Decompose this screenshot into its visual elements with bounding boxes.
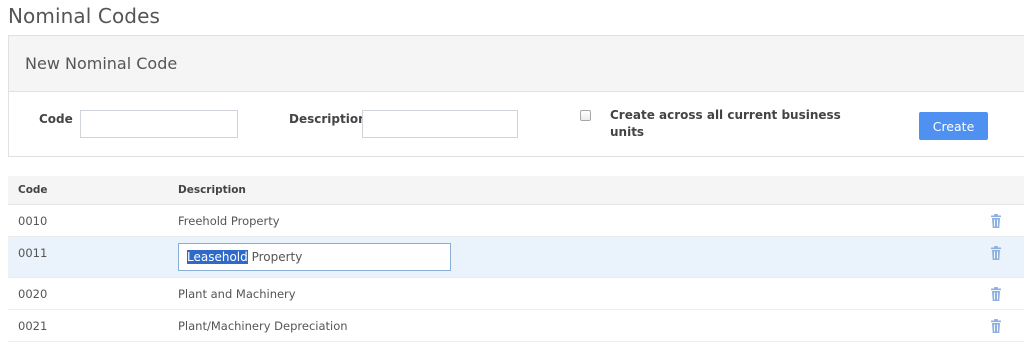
row-description-cell: Leasehold Property <box>168 236 974 278</box>
selected-text: Leasehold <box>187 249 248 264</box>
new-nominal-code-panel: New Nominal Code Code Description Create… <box>8 35 1024 157</box>
column-header-actions <box>974 176 1024 205</box>
description-edit-input[interactable]: Leasehold Property <box>178 242 451 271</box>
row-code: 0011 <box>8 236 168 278</box>
row-description[interactable]: Freehold Property <box>168 204 974 237</box>
row-description[interactable]: Plant/Machinery Depreciation <box>168 309 974 342</box>
trash-icon[interactable] <box>990 286 1002 301</box>
row-code: 0021 <box>8 309 168 342</box>
table-row-editing[interactable]: 0011 Leasehold Property <box>8 236 1024 278</box>
column-header-description: Description <box>168 176 974 205</box>
panel-heading: New Nominal Code <box>9 36 1024 92</box>
table-row[interactable]: 0020 Plant and Machinery <box>8 277 1024 310</box>
code-label: Code <box>39 112 73 126</box>
table-row[interactable]: 0021 Plant/Machinery Depreciation <box>8 309 1024 342</box>
table-row[interactable]: 0010 Freehold Property <box>8 204 1024 237</box>
page-title: Nominal Codes <box>8 4 161 28</box>
trash-icon[interactable] <box>990 213 1002 228</box>
trash-icon[interactable] <box>990 245 1002 260</box>
create-button[interactable]: Create <box>919 112 988 140</box>
delete-row-button[interactable] <box>974 236 1024 278</box>
description-input[interactable] <box>362 110 518 138</box>
description-label: Description <box>289 112 367 126</box>
nominal-codes-table: Code Description 0010 Freehold Property … <box>8 176 1024 342</box>
table-header-row: Code Description <box>8 176 1024 205</box>
row-code: 0010 <box>8 204 168 237</box>
delete-row-button[interactable] <box>974 204 1024 237</box>
row-code: 0020 <box>8 277 168 310</box>
unselected-text: Property <box>247 249 303 264</box>
trash-icon[interactable] <box>990 318 1002 333</box>
row-description[interactable]: Plant and Machinery <box>168 277 974 310</box>
create-across-label: Create across all current business units <box>610 108 841 139</box>
panel-body: Code Description Create across all curre… <box>9 92 1024 156</box>
column-header-code: Code <box>8 176 168 205</box>
code-input[interactable] <box>80 110 238 138</box>
delete-row-button[interactable] <box>974 309 1024 342</box>
delete-row-button[interactable] <box>974 277 1024 310</box>
create-across-checkbox[interactable] <box>580 110 591 121</box>
